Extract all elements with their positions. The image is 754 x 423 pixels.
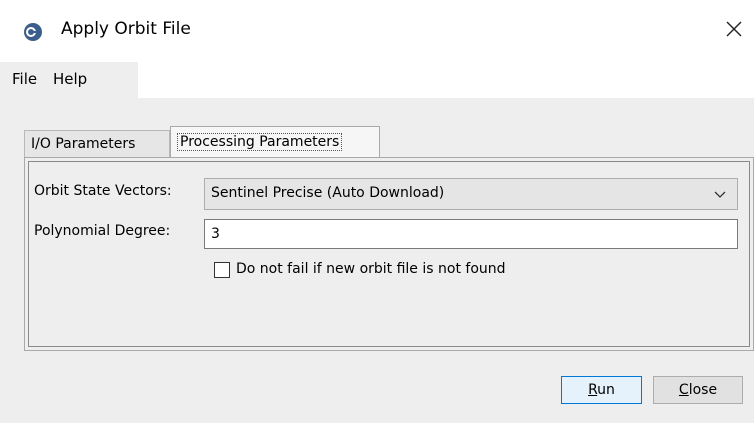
polynomial-degree-input[interactable]: 3: [204, 219, 738, 249]
menu-help[interactable]: Help: [53, 70, 87, 88]
orbit-state-vectors-value: Sentinel Precise (Auto Download): [211, 185, 445, 201]
do-not-fail-checkbox-label: Do not fail if new orbit file is not fou…: [236, 261, 506, 277]
orbit-state-vectors-select[interactable]: Sentinel Precise (Auto Download): [204, 178, 738, 210]
run-button-mnemonic: R: [588, 382, 598, 398]
run-button-label: un: [597, 382, 615, 398]
window-title: Apply Orbit File: [61, 19, 191, 39]
polynomial-degree-label: Polynomial Degree:: [34, 223, 171, 239]
tab-io-parameters-label: I/O Parameters: [31, 136, 136, 152]
tab-processing-parameters-label: Processing Parameters: [177, 133, 343, 151]
tab-processing-parameters[interactable]: Processing Parameters: [170, 126, 380, 158]
app-icon: [24, 23, 42, 41]
menu-file[interactable]: File: [12, 70, 37, 88]
apply-orbit-file-dialog: Apply Orbit File File Help I/O Parameter…: [0, 0, 754, 423]
menu-bar: File Help: [0, 62, 138, 98]
orbit-state-vectors-label: Orbit State Vectors:: [34, 183, 172, 199]
chevron-down-icon: [714, 191, 726, 198]
tab-io-parameters[interactable]: I/O Parameters: [24, 130, 170, 158]
do-not-fail-checkbox[interactable]: [214, 262, 230, 278]
close-icon[interactable]: [722, 17, 746, 41]
menu-bar-filler: [138, 62, 754, 98]
close-button-label: lose: [688, 382, 718, 398]
title-bar: Apply Orbit File: [0, 0, 754, 62]
close-button[interactable]: Close: [653, 376, 743, 404]
close-button-mnemonic: C: [678, 382, 689, 398]
run-button[interactable]: Run: [561, 376, 642, 404]
